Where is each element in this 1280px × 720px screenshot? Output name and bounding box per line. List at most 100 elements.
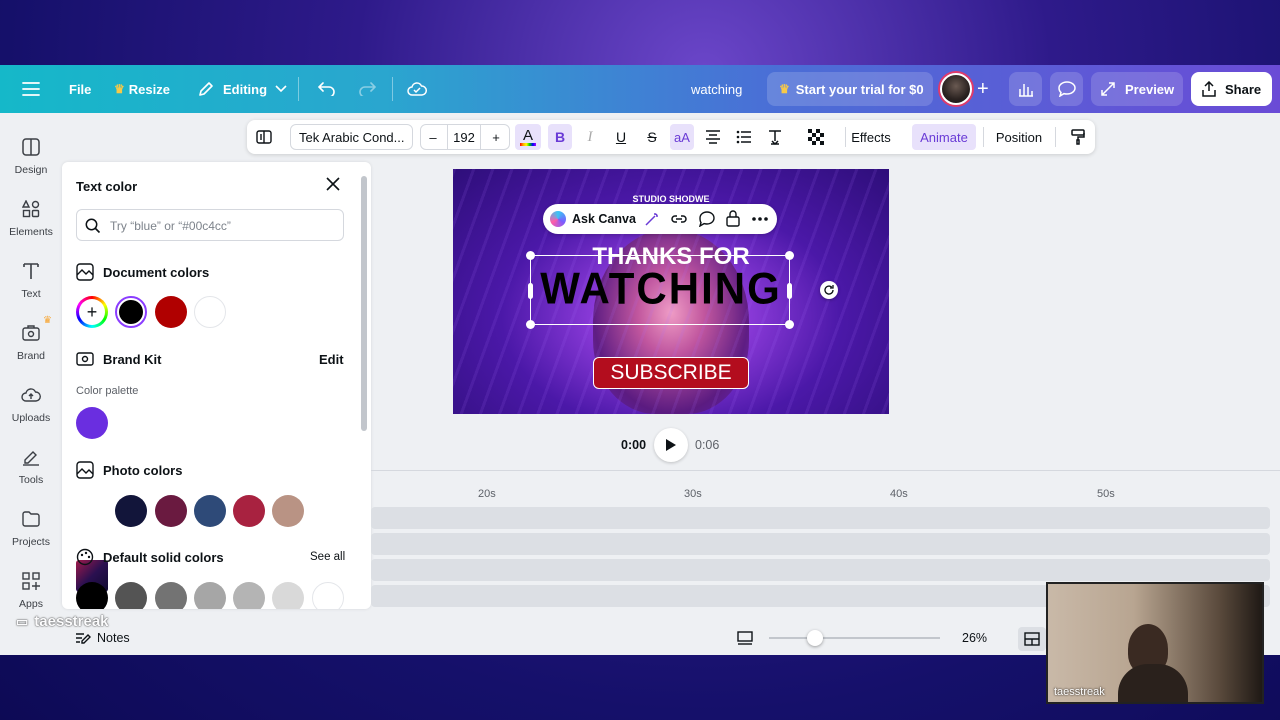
see-all-link[interactable]: See all [310,551,345,563]
font-size-input[interactable]: 192 [447,124,481,150]
transparency-icon[interactable] [807,120,825,154]
close-icon[interactable] [326,177,340,196]
resize-handle[interactable] [785,251,794,260]
cloud-save-icon[interactable] [407,65,427,113]
list-icon[interactable] [734,120,754,154]
swatch-default-white[interactable] [312,582,344,609]
panel-scrollbar[interactable] [361,164,369,604]
comment-icon[interactable] [1050,72,1083,106]
divider [1055,127,1056,147]
rail-brand[interactable]: ♛ Brand [0,315,62,362]
magic-wand-icon[interactable] [644,211,660,227]
page-view-icon[interactable] [737,631,753,650]
studio-label[interactable]: STUDIO SHODWE [453,194,889,204]
comment-add-icon[interactable] [698,211,716,227]
zoom-level[interactable]: 26% [962,631,987,645]
add-collaborator-icon[interactable]: + [977,65,989,113]
more-icon[interactable] [752,217,768,221]
resize-button[interactable]: ♛ Resize [114,65,170,113]
element-quick-actions: Ask Canva [543,204,777,234]
timeline-track[interactable] [371,559,1270,581]
rail-label: Tools [18,474,44,486]
rail-apps[interactable]: Apps [0,569,62,610]
rail-uploads[interactable]: Uploads [0,383,62,424]
editing-mode-button[interactable]: Editing [197,65,287,113]
insights-icon[interactable] [1009,72,1042,106]
swatch-photo-navy[interactable] [115,495,147,527]
effects-button[interactable]: Effects [847,120,895,154]
resize-handle[interactable] [526,251,535,260]
italic-button[interactable]: I [579,120,601,154]
side-handle[interactable] [528,283,533,299]
font-family-dropdown[interactable]: Tek Arabic Cond... [290,124,413,150]
timeline-divider [371,470,1280,471]
timeline-track[interactable] [371,533,1270,555]
increase-size-button[interactable]: + [485,120,507,154]
projects-icon [0,507,62,531]
divider [298,77,299,101]
play-button[interactable] [654,428,688,462]
undo-icon[interactable] [318,65,336,113]
selection-box[interactable] [526,251,794,329]
text-color-button[interactable]: A [515,124,541,150]
watermark-label: taesstreak [34,613,109,630]
underline-button[interactable]: U [610,120,632,154]
scrollbar-thumb[interactable] [361,176,367,431]
menu-icon[interactable] [22,65,40,113]
strikethrough-button[interactable]: S [641,120,663,154]
swatch-photo-plum[interactable] [155,495,187,527]
swatch-default-black[interactable] [76,582,108,609]
swatch-default-gray3[interactable] [194,582,226,609]
swatch-default-gray1[interactable] [115,582,147,609]
link-icon[interactable] [670,211,688,227]
swatch-default-gray5[interactable] [272,582,304,609]
zoom-slider[interactable] [769,630,940,646]
flip-icon[interactable] [255,120,273,154]
swatch-photo-tan[interactable] [272,495,304,527]
swatch-white[interactable] [194,296,226,328]
paint-format-icon[interactable] [1069,120,1087,154]
position-button[interactable]: Position [992,120,1046,154]
rail-elements[interactable]: Elements [0,197,62,238]
document-title[interactable]: watching [691,65,742,113]
preview-button[interactable]: Preview [1091,72,1183,106]
swatch-black-selected[interactable] [115,296,147,328]
resize-handle[interactable] [785,320,794,329]
ask-canva-button[interactable]: Ask Canva [572,212,636,226]
rail-design[interactable]: Design [0,135,62,176]
grid-view-icon[interactable] [1018,627,1046,651]
zoom-slider-thumb[interactable] [807,630,823,646]
file-menu[interactable]: File [69,65,91,113]
rail-label: Design [14,164,48,176]
rail-projects[interactable]: Projects [0,507,62,548]
avatar[interactable] [940,73,972,105]
palette-icon [76,263,94,281]
timeline-track[interactable] [371,507,1270,529]
animate-button[interactable]: Animate [912,124,976,150]
side-handle[interactable] [787,283,792,299]
swatch-default-gray4[interactable] [233,582,265,609]
swatch-default-gray2[interactable] [155,582,187,609]
rail-tools[interactable]: Tools [0,445,62,486]
resize-handle[interactable] [526,320,535,329]
add-color-button[interactable]: + [76,296,108,328]
decrease-size-button[interactable]: – [422,120,444,154]
share-button[interactable]: Share [1191,72,1272,106]
lock-icon[interactable] [726,210,740,227]
bold-button[interactable]: B [548,124,572,150]
color-search-input[interactable]: Try “blue” or “#00c4cc” [76,209,344,241]
rotate-icon[interactable] [820,281,838,299]
redo-icon[interactable] [358,65,376,113]
swatch-photo-blue[interactable] [194,495,226,527]
brand-kit-edit-link[interactable]: Edit [319,352,344,367]
swatch-photo-crimson[interactable] [233,495,265,527]
rail-text[interactable]: Text [0,259,62,300]
notes-button[interactable]: Notes [75,631,130,645]
swatch-brand-purple[interactable] [76,407,108,439]
spacing-icon[interactable] [765,120,785,154]
subscribe-badge[interactable]: SUBSCRIBE [593,357,749,389]
start-trial-button[interactable]: ♛ Start your trial for $0 [767,72,933,106]
letter-case-button[interactable]: aA [670,124,694,150]
swatch-red[interactable] [155,296,187,328]
align-center-icon[interactable] [703,120,723,154]
